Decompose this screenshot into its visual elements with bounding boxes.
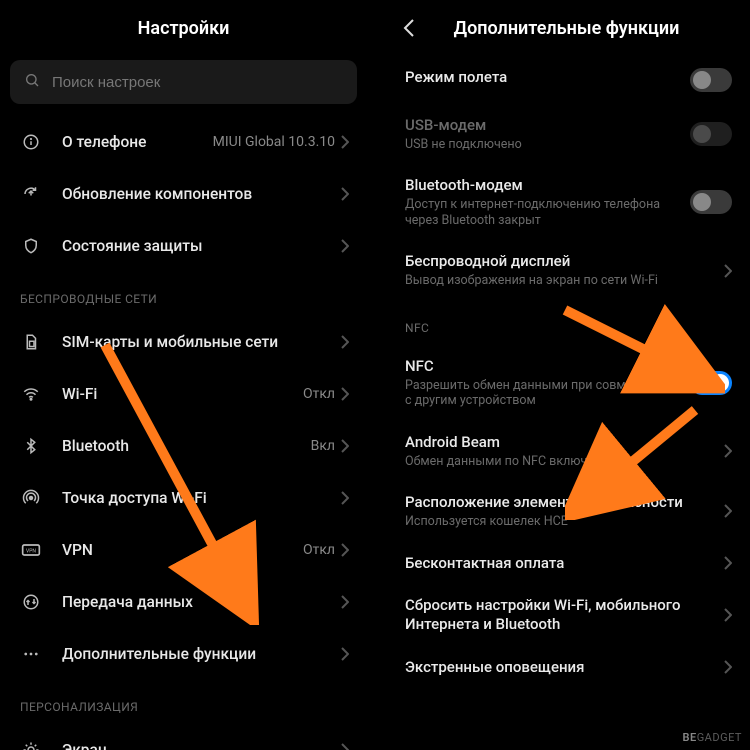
security-row[interactable]: Состояние защиты [0,220,367,272]
sim-icon [18,333,44,351]
airplane-row[interactable]: Режим полета [383,56,750,104]
display-row[interactable]: Экран [0,724,367,750]
bluetooth-value: Вкл [311,438,335,454]
update-row[interactable]: Обновление компонентов [0,168,367,220]
beam-row[interactable]: Android Beam Обмен данными по NFC включе… [383,421,750,481]
cast-sub: Вывод изображения на экран по сети Wi-Fi [405,273,714,289]
bt-tether-row[interactable]: Bluetooth-модем Доступ к интернет-подклю… [383,164,750,240]
beam-label: Android Beam [405,433,714,452]
page-title: Дополнительные функции [454,18,680,39]
airplane-toggle[interactable] [690,68,732,92]
security-label: Состояние защиты [62,237,341,255]
chevron-right-icon [724,504,732,518]
chevron-right-icon [341,491,349,505]
search-input[interactable] [52,74,343,91]
nfc-label: NFC [405,357,680,376]
data-label: Передача данных [62,593,341,611]
wifi-label: Wi-Fi [62,385,303,403]
more-icon [18,645,44,663]
hotspot-label: Точка доступа Wi-Fi [62,489,341,507]
bt-tether-sub: Доступ к интернет-подключению телефона ч… [405,197,680,228]
update-icon [18,185,44,203]
chevron-right-icon [724,660,732,674]
usb-sub: USB не подключено [405,137,680,153]
wifi-icon [18,385,44,403]
hotspot-icon [18,489,44,507]
secure-element-row[interactable]: Расположение элемента безопасности Испол… [383,481,750,541]
usb-label: USB-модем [405,116,680,135]
nfc-sub: Разрешить обмен данными при совмещении с… [405,378,680,409]
secure-el-label: Расположение элемента безопасности [405,493,714,512]
chevron-right-icon [341,647,349,661]
wireless-section-header: БЕСПРОВОДНЫЕ СЕТИ [0,272,367,316]
chevron-right-icon [341,387,349,401]
nfc-row[interactable]: NFC Разрешить обмен данными при совмещен… [383,345,750,421]
chevron-right-icon [724,264,732,278]
bluetooth-label: Bluetooth [62,437,311,455]
about-label: О телефоне [62,133,213,151]
search-icon [24,72,40,92]
usb-tether-row: USB-модем USB не подключено [383,104,750,164]
chevron-right-icon [341,239,349,253]
display-icon [18,741,44,750]
chevron-right-icon [341,439,349,453]
vpn-label: VPN [62,541,303,559]
secure-el-sub: Используется кошелек HCE [405,514,714,530]
reset-label: Сбросить настройки Wi-Fi, мобильного Инт… [405,596,714,634]
sim-row[interactable]: SIM-карты и мобильные сети [0,316,367,368]
settings-title-row: Настройки [0,0,367,56]
bluetooth-icon [18,437,44,455]
chevron-right-icon [724,556,732,570]
chevron-right-icon [341,187,349,201]
bluetooth-row[interactable]: Bluetooth Вкл [0,420,367,472]
personal-section-header: ПЕРСОНАЛИЗАЦИЯ [0,680,367,724]
wifi-row[interactable]: Wi-Fi Откл [0,368,367,420]
watermark: BEGADGET [683,731,743,744]
vpn-value: Откл [303,542,335,558]
bt-tether-toggle[interactable] [690,190,732,214]
chevron-right-icon [724,444,732,458]
chevron-right-icon [341,135,349,149]
info-icon [18,133,44,151]
search-input-container[interactable] [10,60,357,104]
sim-label: SIM-карты и мобильные сети [62,333,341,351]
chevron-right-icon [341,543,349,557]
data-icon [18,593,44,611]
bt-tether-label: Bluetooth-модем [405,176,680,195]
vpn-row[interactable]: VPN VPN Откл [0,524,367,576]
chevron-right-icon [341,335,349,349]
usb-toggle [690,122,732,146]
chevron-right-icon [724,608,732,622]
vpn-icon: VPN [18,543,44,557]
tap-pay-row[interactable]: Бесконтактная оплата [383,542,750,585]
more-row[interactable]: Дополнительные функции [0,628,367,680]
nfc-section-header: NFC [383,301,750,345]
back-button[interactable] [403,18,415,38]
update-label: Обновление компонентов [62,185,341,203]
emergency-label: Экстренные оповещения [405,658,714,677]
svg-text:VPN: VPN [26,549,36,555]
chevron-right-icon [341,743,349,750]
emergency-row[interactable]: Экстренные оповещения [383,646,750,689]
hotspot-row[interactable]: Точка доступа Wi-Fi [0,472,367,524]
about-value: MIUI Global 10.3.10 [213,134,335,150]
nfc-toggle[interactable] [690,371,732,395]
additional-title-row: Дополнительные функции [383,0,750,56]
shield-icon [18,237,44,255]
reset-row[interactable]: Сбросить настройки Wi-Fi, мобильного Инт… [383,584,750,646]
wifi-value: Откл [303,386,335,402]
more-label: Дополнительные функции [62,645,341,663]
cast-row[interactable]: Беспроводной дисплей Вывод изображения н… [383,240,750,300]
tap-pay-label: Бесконтактная оплата [405,554,714,573]
chevron-right-icon [341,595,349,609]
beam-sub: Обмен данными по NFC включен [405,454,714,470]
display-label: Экран [62,741,341,750]
cast-label: Беспроводной дисплей [405,252,714,271]
watermark-bold: BE [683,731,697,744]
data-row[interactable]: Передача данных [0,576,367,628]
watermark-rest: GADGET [697,731,742,744]
airplane-label: Режим полета [405,68,680,87]
page-title: Настройки [138,18,230,39]
about-phone-row[interactable]: О телефоне MIUI Global 10.3.10 [0,116,367,168]
